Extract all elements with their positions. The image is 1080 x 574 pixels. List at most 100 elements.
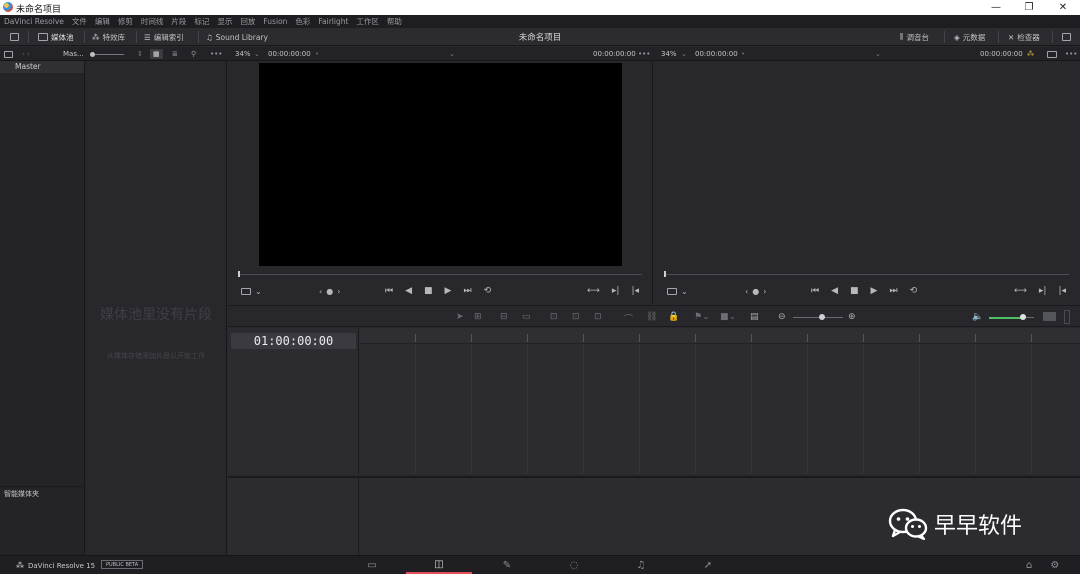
mark-in-icon[interactable]: ▸|: [612, 286, 620, 296]
minimize-button[interactable]: —: [979, 0, 1013, 15]
menu-timeline[interactable]: 时间线: [141, 16, 164, 27]
zoom-slider-handle[interactable]: [819, 314, 825, 320]
timeline-viewer-playhead[interactable]: [664, 271, 666, 277]
volume-slider-fill[interactable]: [989, 317, 1022, 319]
zoom-slider[interactable]: [793, 317, 843, 318]
chevron-down-icon[interactable]: ⌄: [875, 49, 881, 59]
play-icon[interactable]: ▶: [445, 286, 452, 296]
inspector-button[interactable]: ✕ 检查器: [1004, 30, 1044, 44]
loop-icon[interactable]: ⟲: [910, 286, 918, 296]
page-fusion-button[interactable]: ✎: [474, 557, 540, 574]
page-color-button[interactable]: ◌: [541, 557, 607, 574]
selection-tool-icon[interactable]: ➤: [456, 312, 464, 322]
volume-icon[interactable]: 🔈: [972, 312, 983, 322]
search-icon[interactable]: ⚲: [191, 49, 196, 59]
flag-dropdown-icon[interactable]: ⚑⌄: [694, 312, 710, 322]
source-jog-control[interactable]: ‹ ● ›: [319, 287, 340, 296]
skip-to-end-icon[interactable]: ⏭: [889, 286, 897, 296]
list-view-icon[interactable]: ≣: [172, 49, 178, 59]
linked-selection-icon[interactable]: ⛓: [646, 312, 657, 322]
timeline-view-options-icon[interactable]: ▤: [750, 312, 759, 322]
metadata-button[interactable]: ◈ 元数据: [950, 30, 989, 44]
match-frame-icon[interactable]: ⟷: [1014, 286, 1027, 296]
timeline-ruler[interactable]: [359, 328, 1080, 344]
source-options-icon[interactable]: •••: [638, 49, 650, 59]
bin-item-master[interactable]: Master: [0, 61, 84, 73]
menu-edit[interactable]: 编辑: [95, 16, 110, 27]
skip-to-end-icon[interactable]: ⏭: [463, 286, 471, 296]
sort-icon[interactable]: ⇕: [137, 49, 143, 59]
nav-arrows[interactable]: ‹ ›: [22, 49, 30, 59]
menu-fairlight[interactable]: Fairlight: [318, 17, 348, 26]
zoom-out-icon[interactable]: ⊖: [778, 312, 786, 322]
timeline-timecode[interactable]: 01:00:00:00: [231, 333, 356, 349]
audio-meter-toggle-icon[interactable]: [1043, 312, 1056, 321]
menu-playback[interactable]: 回放: [240, 16, 255, 27]
home-icon[interactable]: ⌂: [1026, 560, 1032, 571]
position-lock-icon[interactable]: 🔒: [668, 312, 679, 322]
menu-file[interactable]: 文件: [72, 16, 87, 27]
source-zoom[interactable]: 34%: [235, 49, 251, 59]
play-reverse-icon[interactable]: ◀: [405, 286, 412, 296]
bin-options-icon[interactable]: •••: [210, 49, 222, 59]
source-playhead[interactable]: [238, 271, 240, 277]
grid-view-icon[interactable]: ▦: [150, 49, 163, 59]
media-pool-clip-area[interactable]: 媒体池里没有片段 从媒体存储添加片段以开始工作: [85, 61, 227, 555]
mark-out-icon[interactable]: |◂: [1058, 286, 1066, 296]
page-fairlight-button[interactable]: ♫: [608, 557, 674, 574]
play-reverse-icon[interactable]: ◀: [831, 286, 838, 296]
stop-icon[interactable]: ■: [424, 286, 433, 296]
mark-out-icon[interactable]: |◂: [631, 286, 639, 296]
timeline-viewer-scrubber[interactable]: [664, 274, 1069, 275]
page-media-button[interactable]: ▭: [339, 557, 405, 574]
mixer-button[interactable]: ⫼ 调音台: [896, 30, 933, 44]
volume-slider-handle[interactable]: [1020, 314, 1026, 320]
match-frame-icon[interactable]: ⟷: [587, 286, 600, 296]
bin-list-toggle[interactable]: [4, 49, 13, 59]
color-tools-icon[interactable]: ⁂: [1027, 49, 1034, 59]
timeline-tracks[interactable]: [359, 328, 1080, 474]
settings-gear-icon[interactable]: ⚙: [1050, 560, 1059, 571]
mark-in-icon[interactable]: ▸|: [1039, 286, 1047, 296]
source-scrubber[interactable]: [238, 274, 642, 275]
chevron-down-icon[interactable]: ⌄: [449, 49, 455, 59]
smart-bins-header[interactable]: 智能媒体夹: [0, 486, 84, 498]
chevron-down-icon[interactable]: ⌄: [254, 49, 260, 59]
snapping-icon[interactable]: ⌒: [624, 312, 633, 325]
menu-davinci-resolve[interactable]: DaVinci Resolve: [4, 17, 64, 26]
menu-view[interactable]: 显示: [217, 16, 232, 27]
timeline-jog-control[interactable]: ‹ ● ›: [745, 287, 766, 296]
timeline-viewer-frame[interactable]: [654, 61, 1080, 266]
skip-to-start-icon[interactable]: ⏮: [811, 286, 819, 296]
thumbnail-size-slider[interactable]: [90, 49, 124, 59]
trim-tool-icon[interactable]: ⊞: [474, 312, 482, 322]
restore-button[interactable]: ❐: [1012, 0, 1046, 15]
menu-help[interactable]: 帮助: [387, 16, 402, 27]
dynamic-trim-icon[interactable]: ⊟: [500, 312, 508, 322]
source-view-mode-button[interactable]: ⌄: [241, 287, 262, 296]
timeline-viewer-zoom[interactable]: 34%: [661, 49, 677, 59]
close-button[interactable]: ✕: [1046, 0, 1080, 15]
play-icon[interactable]: ▶: [871, 286, 878, 296]
replace-clip-icon[interactable]: ⊡: [594, 312, 602, 322]
insert-clip-icon[interactable]: ⊡: [550, 312, 558, 322]
page-edit-button[interactable]: ◫: [406, 557, 472, 574]
overwrite-clip-icon[interactable]: ⊡: [572, 312, 580, 322]
viewer-layout-icon[interactable]: [1047, 49, 1057, 59]
chevron-down-icon[interactable]: ⌄: [681, 49, 687, 59]
menu-clip[interactable]: 片段: [171, 16, 186, 27]
viewer-options-icon[interactable]: •••: [1065, 49, 1077, 59]
marker-dropdown-icon[interactable]: ■⌄: [720, 312, 736, 322]
zoom-in-icon[interactable]: ⊕: [848, 312, 856, 322]
panel-collapse-button[interactable]: [1058, 30, 1075, 44]
skip-to-start-icon[interactable]: ⏮: [385, 286, 393, 296]
page-deliver-button[interactable]: ➚: [675, 557, 741, 574]
menu-mark[interactable]: 标记: [194, 16, 209, 27]
loop-icon[interactable]: ⟲: [484, 286, 492, 296]
menu-color[interactable]: 色彩: [295, 16, 310, 27]
menu-trim[interactable]: 修剪: [118, 16, 133, 27]
menu-fusion[interactable]: Fusion: [263, 17, 287, 26]
timeline-view-mode-button[interactable]: ⌄: [667, 287, 688, 296]
source-viewer-frame[interactable]: [259, 63, 622, 266]
menu-workspace[interactable]: 工作区: [356, 16, 379, 27]
